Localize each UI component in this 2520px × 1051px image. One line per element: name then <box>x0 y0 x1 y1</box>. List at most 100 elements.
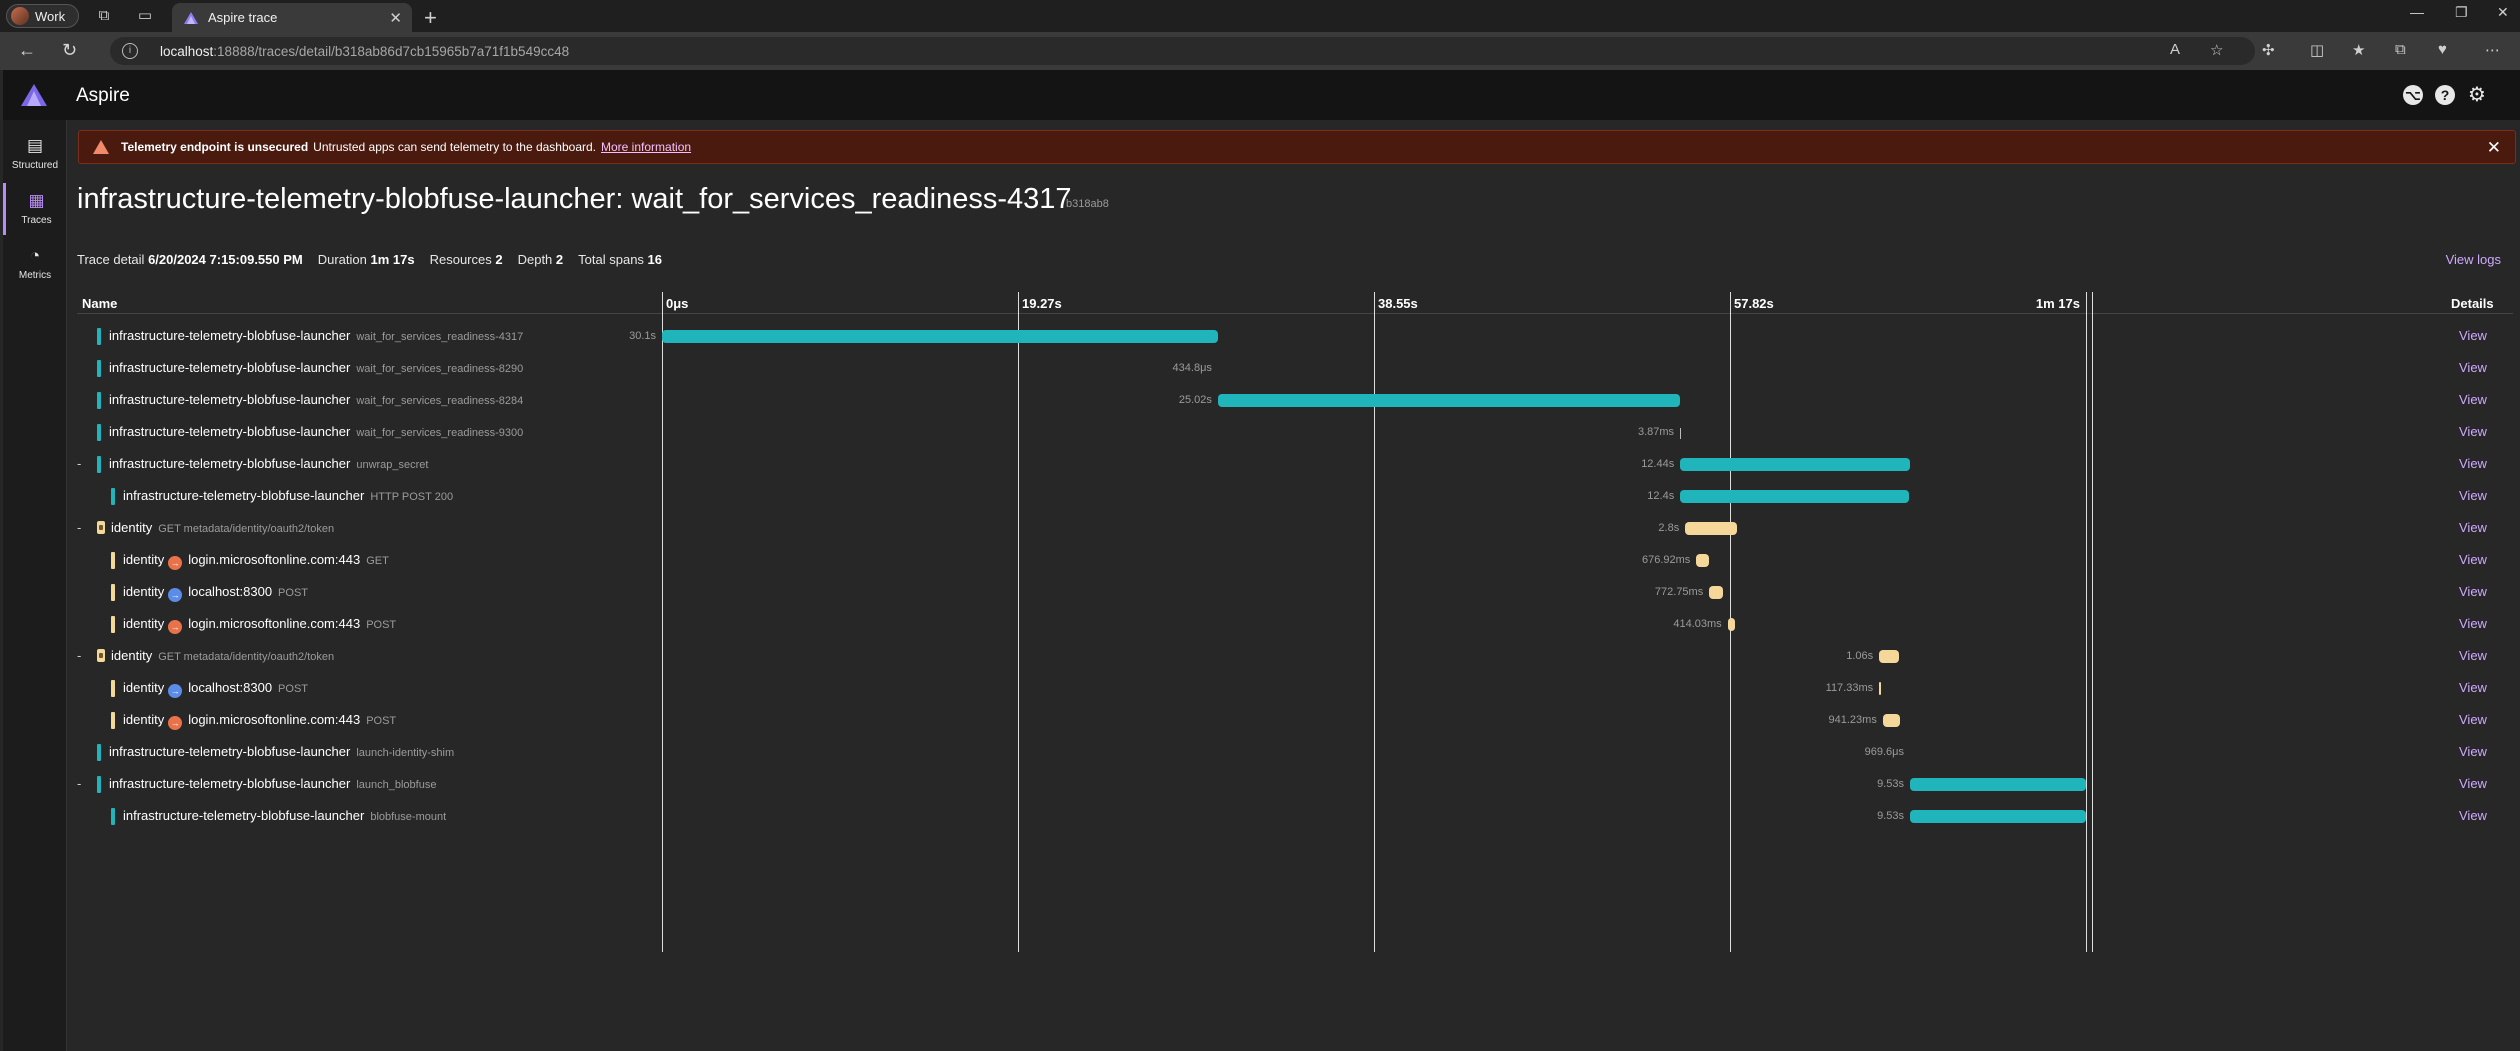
timeline-tick-label: 38.55s <box>1378 296 1418 311</box>
collapse-toggle[interactable]: - <box>77 456 81 471</box>
span-row[interactable]: identity → login.microsoftonline.com:443 PO… <box>77 608 2513 640</box>
span-duration-bar[interactable] <box>1217 394 1681 407</box>
span-duration-bar[interactable] <box>1680 428 1682 439</box>
span-row[interactable]: identity → login.microsoftonline.com:443 PO… <box>77 704 2513 736</box>
aspire-logo-icon[interactable] <box>21 84 47 106</box>
view-span-link[interactable]: View <box>2459 424 2487 439</box>
view-span-link[interactable]: View <box>2459 552 2487 567</box>
span-row[interactable]: identity → localhost:8300 POST 117.33ms View <box>77 672 2513 704</box>
span-name: identity → localhost:8300 POST <box>123 680 308 698</box>
span-duration-bar[interactable] <box>1909 778 2086 791</box>
service-name: infrastructure-telemetry-blobfuse-launch… <box>109 360 351 375</box>
read-aloud-icon[interactable]: A <box>2170 41 2180 58</box>
new-tab-icon[interactable]: + <box>424 5 437 31</box>
unsecured-telemetry-banner: Telemetry endpoint is unsecured Untruste… <box>78 130 2516 164</box>
sidebar-item-metrics[interactable]: ◔ Metrics <box>3 238 67 290</box>
app-header: Aspire ⌥ ? ⚙ <box>3 70 2520 120</box>
span-duration-bar[interactable] <box>1727 618 1736 631</box>
close-tab-icon[interactable]: ✕ <box>389 9 402 27</box>
view-span-link[interactable]: View <box>2459 744 2487 759</box>
favorite-star-icon[interactable]: ☆ <box>2210 41 2223 59</box>
span-duration-label: 434.8μs <box>1172 362 1212 374</box>
span-row[interactable]: infrastructure-telemetry-blobfuse-launch… <box>77 416 2513 448</box>
more-menu-icon[interactable]: ⋯ <box>2485 41 2500 59</box>
view-span-link[interactable]: View <box>2459 648 2487 663</box>
workspaces-icon[interactable]: ⧉ <box>94 6 114 26</box>
span-name: infrastructure-telemetry-blobfuse-launch… <box>109 328 523 343</box>
span-duration-bar[interactable] <box>1685 522 1737 535</box>
profile-button[interactable]: Work <box>6 4 79 28</box>
span-duration-bar[interactable] <box>1696 554 1709 567</box>
operation-name: POST <box>366 715 397 727</box>
span-row[interactable]: infrastructure-telemetry-blobfuse-launch… <box>77 736 2513 768</box>
span-duration-label: 2.8s <box>1658 522 1680 534</box>
span-row[interactable]: infrastructure-telemetry-blobfuse-launch… <box>77 480 2513 512</box>
browser-essentials-icon[interactable]: ♥ <box>2438 41 2447 58</box>
timeline-tick-label: 57.82s <box>1734 296 1774 311</box>
operation-name: GET metadata/identity/oauth2/token <box>158 651 335 663</box>
view-span-link[interactable]: View <box>2459 776 2487 791</box>
sidebar-item-label: Structured <box>11 160 59 171</box>
collapse-toggle[interactable]: - <box>77 648 81 663</box>
span-duration-bar[interactable] <box>1879 682 1882 695</box>
span-duration-label: 676.92ms <box>1641 554 1691 566</box>
view-span-link[interactable]: View <box>2459 680 2487 695</box>
service-name: identity <box>111 520 153 535</box>
split-screen-icon[interactable]: ◫ <box>2310 41 2324 59</box>
span-duration-bar[interactable] <box>1882 714 1901 727</box>
span-row[interactable]: identity → localhost:8300 POST 772.75ms View <box>77 576 2513 608</box>
span-duration-bar[interactable] <box>1879 650 1899 663</box>
github-icon[interactable]: ⌥ <box>2403 85 2423 105</box>
span-row[interactable]: infrastructure-telemetry-blobfuse-launch… <box>77 352 2513 384</box>
span-duration-label: 1.06s <box>1846 650 1874 662</box>
view-span-link[interactable]: View <box>2459 616 2487 631</box>
service-name: infrastructure-telemetry-blobfuse-launch… <box>123 488 365 503</box>
view-span-link[interactable]: View <box>2459 584 2487 599</box>
close-window-icon[interactable]: ✕ <box>2497 4 2509 21</box>
tab-actions-icon[interactable]: ▭ <box>135 6 155 26</box>
extensions-icon[interactable]: ✣ <box>2262 41 2275 59</box>
refresh-icon[interactable]: ↻ <box>62 40 77 61</box>
sidebar-item-traces[interactable]: ▦ Traces <box>3 183 67 235</box>
view-span-link[interactable]: View <box>2459 712 2487 727</box>
span-row[interactable]: - identity GET metadata/identity/oauth2/to… <box>77 640 2513 672</box>
span-row[interactable]: infrastructure-telemetry-blobfuse-launch… <box>77 320 2513 352</box>
maximize-icon[interactable]: ❐ <box>2455 4 2468 21</box>
collapse-toggle[interactable]: - <box>77 520 81 535</box>
span-duration-bar[interactable] <box>1680 458 1910 471</box>
minimize-icon[interactable]: — <box>2410 4 2424 20</box>
back-icon[interactable]: ← <box>18 40 36 61</box>
span-row[interactable]: - infrastructure-telemetry-blobfuse-launc… <box>77 448 2513 480</box>
close-banner-icon[interactable]: ✕ <box>2487 138 2501 158</box>
span-duration-bar[interactable] <box>1680 490 1910 503</box>
sidebar-item-structured[interactable]: ▤ Structured <box>3 128 67 180</box>
view-span-link[interactable]: View <box>2459 808 2487 823</box>
span-row[interactable]: infrastructure-telemetry-blobfuse-launch… <box>77 800 2513 832</box>
span-duration-bar[interactable] <box>1709 586 1724 599</box>
browser-tab-aspire-trace[interactable]: Aspire trace ✕ <box>172 3 412 32</box>
settings-gear-icon[interactable]: ⚙ <box>2467 85 2487 105</box>
view-span-link[interactable]: View <box>2459 456 2487 471</box>
view-span-link[interactable]: View <box>2459 488 2487 503</box>
view-span-link[interactable]: View <box>2459 392 2487 407</box>
span-duration-bar[interactable] <box>662 330 1218 343</box>
view-span-link[interactable]: View <box>2459 360 2487 375</box>
name-column-header[interactable]: Name <box>82 296 117 311</box>
view-span-link[interactable]: View <box>2459 328 2487 343</box>
resource-icon <box>97 649 105 662</box>
collapse-toggle[interactable]: - <box>77 776 81 791</box>
address-bar[interactable]: i localhost:18888/traces/detail/b318ab86… <box>110 37 2255 65</box>
span-row[interactable]: - infrastructure-telemetry-blobfuse-launc… <box>77 768 2513 800</box>
view-logs-link[interactable]: View logs <box>2446 252 2501 267</box>
view-span-link[interactable]: View <box>2459 520 2487 535</box>
timeline-tick-label: 0μs <box>666 296 689 311</box>
site-info-icon[interactable]: i <box>122 43 138 59</box>
favorites-icon[interactable]: ★ <box>2352 41 2365 59</box>
span-row[interactable]: - identity GET metadata/identity/oauth2/to… <box>77 512 2513 544</box>
help-icon[interactable]: ? <box>2435 85 2455 105</box>
span-row[interactable]: infrastructure-telemetry-blobfuse-launch… <box>77 384 2513 416</box>
collections-icon[interactable]: ⧉ <box>2395 41 2406 58</box>
span-row[interactable]: identity → login.microsoftonline.com:443 GE… <box>77 544 2513 576</box>
span-duration-bar[interactable] <box>1909 810 2086 823</box>
more-information-link[interactable]: More information <box>601 140 691 154</box>
